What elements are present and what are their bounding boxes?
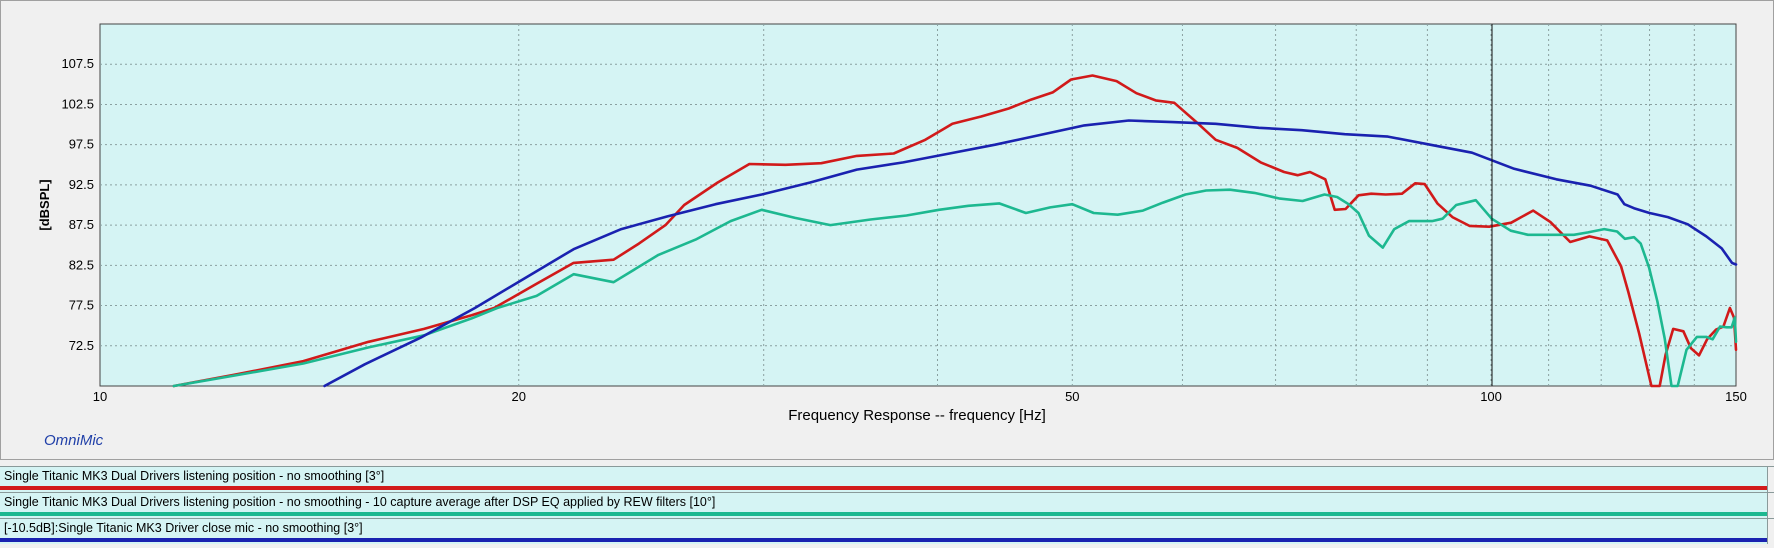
legend-swatch xyxy=(0,486,1768,490)
x-tick-label: 50 xyxy=(1065,389,1079,404)
y-tick-label: 97.5 xyxy=(69,137,94,152)
legend-item[interactable]: Single Titanic MK3 Dual Drivers listenin… xyxy=(0,492,1774,518)
legend-item[interactable]: Single Titanic MK3 Dual Drivers listenin… xyxy=(0,466,1774,492)
y-axis-label: [dBSPL] xyxy=(37,179,52,230)
y-tick-label: 82.5 xyxy=(69,257,94,272)
x-tick-label: 150 xyxy=(1725,389,1747,404)
legend: Single Titanic MK3 Dual Drivers listenin… xyxy=(0,466,1774,544)
legend-edge xyxy=(1767,467,1774,492)
y-tick-label: 72.5 xyxy=(69,338,94,353)
omnimic-brand: OmniMic xyxy=(44,432,104,449)
legend-label: [-10.5dB]:Single Titanic MK3 Driver clos… xyxy=(4,521,363,535)
legend-label: Single Titanic MK3 Dual Drivers listenin… xyxy=(4,469,385,483)
legend-edge xyxy=(1767,493,1774,518)
x-tick-label: 10 xyxy=(93,389,107,404)
legend-item[interactable]: [-10.5dB]:Single Titanic MK3 Driver clos… xyxy=(0,518,1774,544)
frequency-response-chart: 72.5 77.5 82.5 87.5 92.5 97.5 102.5 107.5 10 20 5… xyxy=(0,0,1774,460)
y-tick-label: 107.5 xyxy=(61,56,94,71)
legend-edge xyxy=(1767,519,1774,544)
legend-swatch xyxy=(0,538,1768,542)
x-tick-label: 100 xyxy=(1480,389,1502,404)
y-tick-label: 92.5 xyxy=(69,177,94,192)
x-axis-label: Frequency Response -- frequency [Hz] xyxy=(788,407,1046,424)
legend-label: Single Titanic MK3 Dual Drivers listenin… xyxy=(4,495,716,509)
x-tick-label: 20 xyxy=(512,389,526,404)
y-tick-label: 87.5 xyxy=(69,217,94,232)
y-tick-label: 77.5 xyxy=(69,298,94,313)
legend-swatch xyxy=(0,512,1768,516)
y-tick-label: 102.5 xyxy=(61,96,94,111)
